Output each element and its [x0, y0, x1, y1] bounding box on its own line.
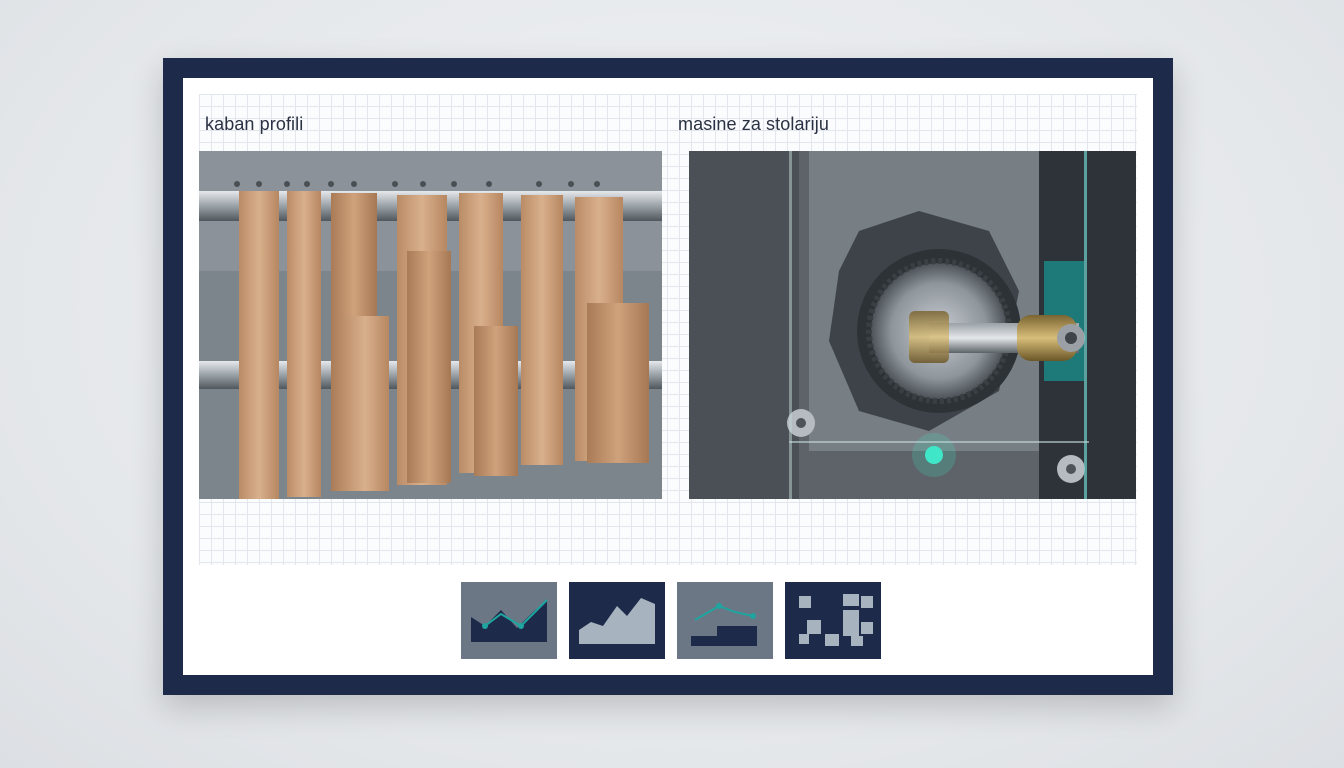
thumbnail-3[interactable] — [677, 582, 773, 659]
checker-grid-icon — [785, 582, 881, 659]
thumbnail-4[interactable] — [785, 582, 881, 659]
slide-content: kaban profili masine za stolariju — [183, 78, 1153, 675]
step-line-chart-icon — [677, 582, 773, 659]
rising-area-chart-icon — [569, 582, 665, 659]
right-panel-title: masine za stolariju — [678, 114, 829, 134]
thumbnail-2[interactable] — [569, 582, 665, 659]
page: kaban profili masine za stolariju — [0, 0, 1344, 768]
woodworking-machine-photo — [689, 151, 1136, 499]
presentation-frame: kaban profili masine za stolariju — [163, 58, 1173, 695]
thumbnail-1[interactable] — [461, 582, 557, 659]
thumbnail-strip — [461, 582, 881, 659]
left-panel-title: kaban profili — [205, 114, 304, 134]
mountain-area-chart-icon — [461, 582, 557, 659]
wood-profiles-photo — [199, 151, 662, 499]
grid-background: kaban profili masine za stolariju — [199, 94, 1137, 565]
